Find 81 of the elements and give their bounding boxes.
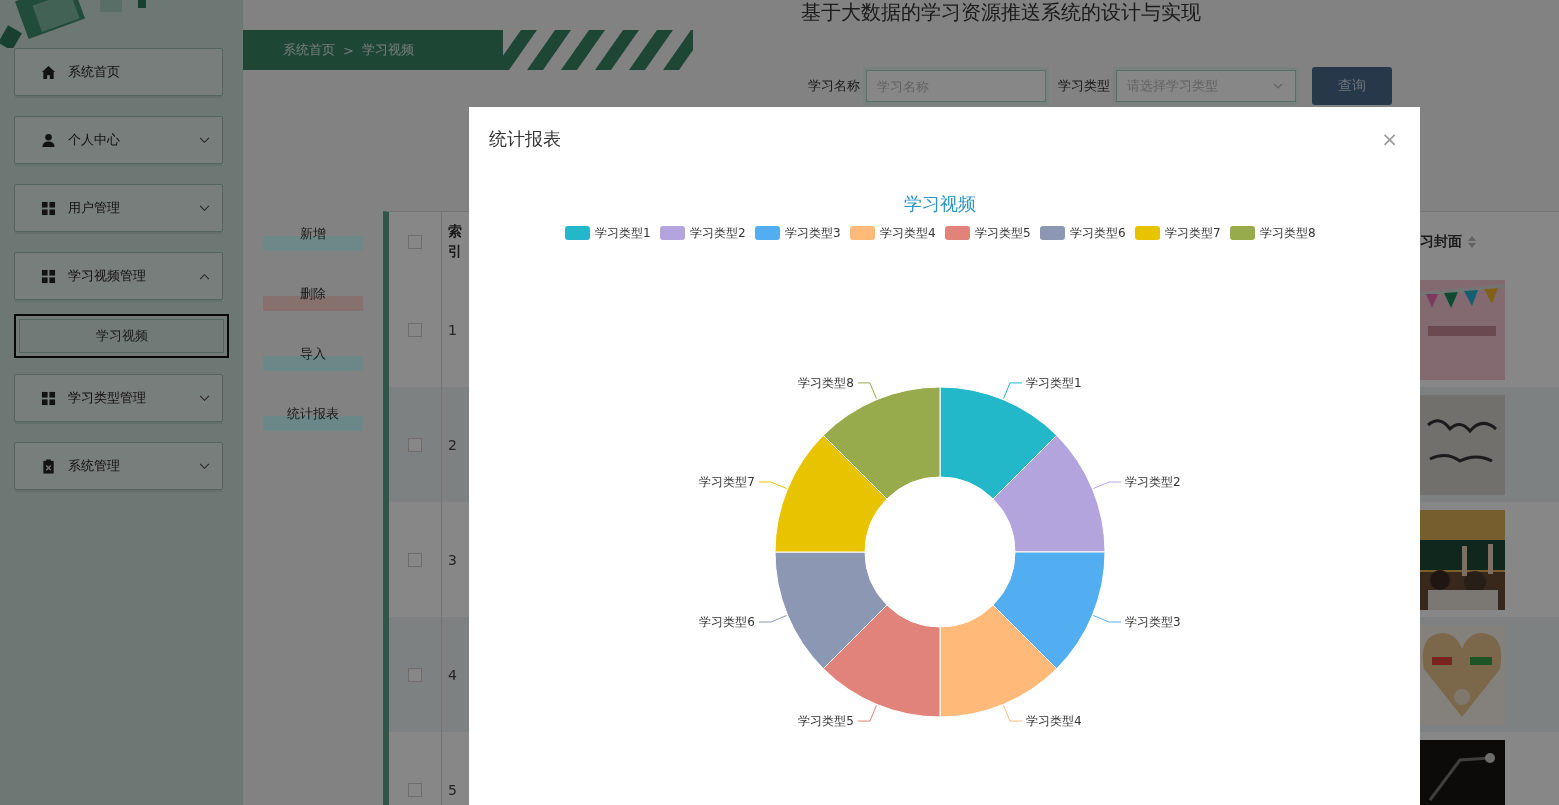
legend-item[interactable]: 学习类型1: [565, 226, 651, 240]
legend-item[interactable]: 学习类型4: [850, 226, 936, 240]
slice-label: 学习类型6: [699, 615, 755, 630]
legend-label: 学习类型4: [880, 226, 936, 240]
grid-icon: [41, 200, 56, 216]
checkbox[interactable]: [408, 552, 422, 567]
caret-icon: [1273, 83, 1283, 89]
leader-line: [758, 481, 788, 489]
clipboard-icon: [41, 458, 56, 474]
menu-label: 学习视频管理: [68, 267, 147, 285]
legend-label: 学习类型5: [975, 226, 1031, 240]
leader-line: [758, 615, 788, 623]
field-label: 学习名称: [808, 77, 860, 95]
table-cell: 1: [448, 321, 457, 338]
breadcrumb-link[interactable]: 学习视频: [361, 41, 414, 59]
chevron-down-icon: [199, 394, 210, 402]
breadcrumb-separator: >: [343, 42, 354, 58]
search-button[interactable]: 查询: [1312, 67, 1392, 105]
checkbox[interactable]: [408, 437, 422, 452]
slice-label: 学习类型3: [1125, 615, 1181, 630]
person-icon: [41, 132, 56, 148]
slice-label: 学习类型2: [1125, 474, 1181, 489]
grid-icon: [41, 268, 56, 284]
table-cell: 3: [448, 551, 457, 568]
legend-label: 学习类型3: [785, 226, 841, 240]
menu-label: 个人中心: [68, 131, 121, 149]
chevron-down-icon: [199, 204, 210, 212]
checkbox[interactable]: [408, 667, 422, 682]
leader-line: [1003, 382, 1023, 400]
submenu-item[interactable]: 学习视频: [14, 314, 229, 358]
field-label: 学习类型: [1058, 77, 1110, 95]
leader-line: [857, 382, 877, 400]
sort-icon: [1468, 236, 1476, 248]
chevron-down-icon: [199, 136, 210, 144]
menu-label: 系统管理: [68, 457, 121, 475]
table-cell: 2: [448, 436, 457, 453]
leader-line: [1092, 481, 1122, 489]
slice-label: 学习类型4: [1026, 714, 1082, 729]
checkbox[interactable]: [408, 322, 422, 337]
menu-item[interactable]: 系统管理: [14, 442, 223, 490]
breadcrumb-link[interactable]: 系统首页: [283, 41, 335, 59]
slice-label: 学习类型7: [699, 474, 755, 489]
menu-item[interactable]: 学习视频管理: [14, 252, 223, 300]
legend-label: 学习类型2: [690, 226, 746, 240]
column-header: 索引: [448, 222, 462, 261]
grid-icon: [41, 390, 56, 406]
slice-label: 学习类型5: [798, 714, 854, 729]
table-cell: 4: [448, 666, 457, 683]
legend-item[interactable]: 学习类型8: [1230, 226, 1316, 240]
table-cell: 5: [448, 781, 457, 798]
menu-item[interactable]: 系统首页: [14, 48, 223, 96]
legend-item[interactable]: 学习类型7: [1135, 226, 1221, 240]
legend-item[interactable]: 学习类型2: [660, 226, 746, 240]
legend-item[interactable]: 学习类型5: [945, 226, 1031, 240]
checkbox[interactable]: [408, 235, 422, 249]
dialog-title: 统计报表: [489, 126, 561, 151]
legend-label: 学习类型1: [595, 226, 651, 240]
legend-label: 学习类型8: [1260, 226, 1316, 240]
menu-label: 系统首页: [68, 63, 121, 81]
home-icon: [41, 64, 56, 80]
close-button[interactable]: ×: [1379, 126, 1400, 151]
menu-label: 学习类型管理: [68, 389, 147, 407]
menu-item[interactable]: 学习类型管理: [14, 374, 223, 422]
chevron-down-icon: [199, 462, 210, 470]
chevron-up-icon: [199, 272, 210, 280]
checkbox[interactable]: [408, 782, 422, 797]
legend-label: 学习类型6: [1070, 226, 1126, 240]
leader-line: [1092, 615, 1122, 623]
legend-item[interactable]: 学习类型3: [755, 226, 841, 240]
column-header: 习封面: [1420, 233, 1462, 251]
leader-line: [857, 704, 877, 722]
menu-label: 用户管理: [68, 199, 121, 217]
leader-line: [1003, 704, 1023, 722]
legend-item[interactable]: 学习类型6: [1040, 226, 1126, 240]
slice-label: 学习类型1: [1026, 375, 1082, 390]
page-title: 基于大数据的学习资源推送系统的设计与实现: [800, 0, 1202, 26]
menu-item[interactable]: 用户管理: [14, 184, 223, 232]
slice-label: 学习类型8: [798, 375, 854, 390]
menu-item[interactable]: 个人中心: [14, 116, 223, 164]
chart-title: 学习视频: [904, 193, 976, 214]
legend-label: 学习类型7: [1165, 226, 1221, 240]
